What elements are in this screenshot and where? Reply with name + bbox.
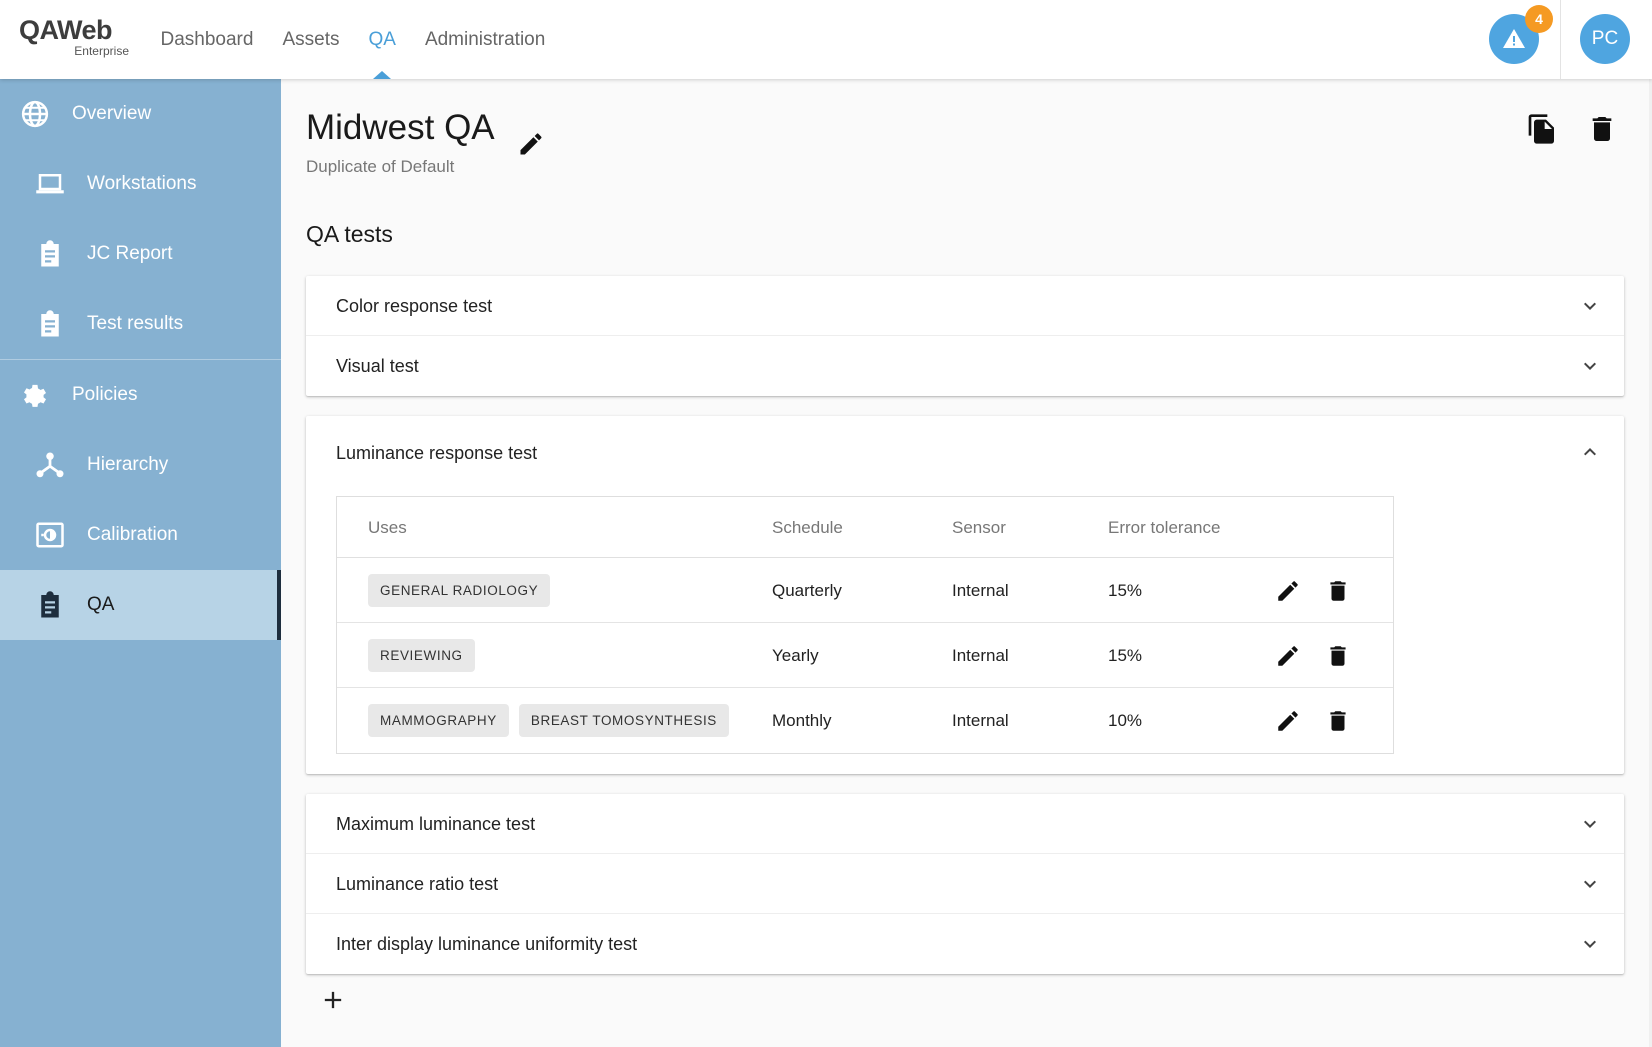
sidebar-item-label: JC Report: [87, 243, 173, 264]
test-row-visual[interactable]: Visual test: [306, 336, 1624, 396]
gear-icon: [24, 384, 46, 407]
tolerance-cell: 15%: [1108, 581, 1143, 600]
nav-dashboard[interactable]: Dashboard: [146, 0, 268, 79]
chevron-up-icon: [1584, 448, 1596, 456]
duplicate-icon[interactable]: [1526, 113, 1558, 145]
add-test-icon[interactable]: [319, 986, 347, 1014]
sidebar-item-hierarchy[interactable]: Hierarchy: [0, 430, 281, 500]
top-bar: QAWeb Enterprise Dashboard Assets QA Adm…: [0, 0, 1652, 79]
hierarchy-icon: [36, 452, 64, 478]
test-row-inter-display-uniformity[interactable]: Inter display luminance uniformity test: [306, 914, 1624, 974]
header-divider: [1560, 0, 1561, 79]
use-chip: MAMMOGRAPHY: [368, 704, 509, 737]
edit-icon[interactable]: [1275, 643, 1301, 669]
sidebar-item-label: Calibration: [87, 524, 178, 545]
test-label: Visual test: [336, 356, 419, 376]
column-header-schedule: Schedule: [772, 518, 843, 537]
sidebar-item-label: QA: [87, 594, 115, 615]
chevron-down-icon: [1584, 302, 1596, 310]
clipboard-icon: [41, 310, 59, 337]
sidebar-item-label: Hierarchy: [87, 454, 169, 475]
main-nav: Dashboard Assets QA Administration: [146, 0, 560, 79]
nav-assets[interactable]: Assets: [268, 0, 354, 79]
use-chip: BREAST TOMOSYNTHESIS: [518, 704, 729, 737]
clipboard-check-icon: [41, 591, 59, 618]
column-header-sensor: Sensor: [952, 518, 1006, 537]
sidebar-item-qa[interactable]: QA: [0, 570, 281, 640]
test-label: Luminance ratio test: [336, 874, 499, 894]
chevron-down-icon: [1584, 820, 1596, 828]
table-header: Uses Schedule Sensor Error tolerance: [337, 497, 1393, 558]
uses-chips: GENERAL RADIOLOGY: [368, 574, 551, 607]
sidebar-item-label: Policies: [72, 384, 138, 405]
sidebar-item-jc-report[interactable]: JC Report: [0, 219, 281, 289]
chevron-down-icon: [1584, 880, 1596, 888]
table-row: MAMMOGRAPHY BREAST TOMOSYNTHESIS Monthly…: [337, 688, 1393, 753]
sidebar-item-label: Workstations: [87, 173, 197, 194]
sidebar-item-label: Test results: [87, 313, 184, 334]
app-logo[interactable]: QAWeb Enterprise: [19, 14, 129, 60]
uses-chips: MAMMOGRAPHY BREAST TOMOSYNTHESIS: [368, 704, 729, 737]
clipboard-icon: [41, 240, 59, 267]
test-label: Inter display luminance uniformity test: [336, 934, 638, 954]
test-row-maximum-luminance[interactable]: Maximum luminance test: [306, 794, 1624, 854]
nav-qa[interactable]: QA: [354, 0, 410, 79]
test-row-color-response[interactable]: Color response test: [306, 276, 1624, 336]
sensor-cell: Internal: [952, 581, 1009, 600]
sidebar-item-label: Overview: [72, 103, 152, 124]
edit-icon[interactable]: [1275, 578, 1301, 604]
schedule-cell: Quarterly: [772, 581, 842, 600]
sidebar-item-workstations[interactable]: Workstations: [0, 149, 281, 219]
schedule-cell: Monthly: [772, 711, 832, 730]
user-avatar[interactable]: PC: [1580, 14, 1630, 64]
active-tab-indicator: [373, 71, 392, 79]
delete-icon[interactable]: [1325, 578, 1351, 604]
sensor-cell: Internal: [952, 711, 1009, 730]
tolerance-cell: 10%: [1108, 711, 1143, 730]
sidebar-item-overview[interactable]: Overview: [0, 79, 281, 149]
logo-wordmark: QAWeb: [19, 15, 113, 45]
test-group-top: Color response test Visual test: [306, 276, 1624, 396]
nav-administration[interactable]: Administration: [410, 0, 559, 79]
table-row: REVIEWING Yearly Internal 15%: [337, 623, 1393, 688]
chevron-down-icon: [1584, 362, 1596, 370]
page-subtitle: Duplicate of Default: [306, 157, 455, 176]
delete-policy-icon[interactable]: [1586, 113, 1618, 145]
test-label: Luminance response test: [336, 443, 538, 463]
warning-icon: [1503, 29, 1525, 48]
delete-icon[interactable]: [1325, 708, 1351, 734]
schedule-cell: Yearly: [772, 646, 819, 665]
sensor-cell: Internal: [952, 646, 1009, 665]
edit-icon[interactable]: [1275, 708, 1301, 734]
logo-edition: Enterprise: [74, 44, 129, 58]
laptop-icon: [36, 174, 64, 194]
edit-title-icon[interactable]: [517, 130, 545, 158]
test-panel-luminance-response: Luminance response test Uses Schedule Se…: [306, 416, 1624, 774]
section-title: QA tests: [306, 221, 393, 247]
test-label: Maximum luminance test: [336, 814, 536, 834]
use-chip: GENERAL RADIOLOGY: [368, 574, 551, 607]
page-title: Midwest QA: [306, 108, 495, 147]
luminance-config-table: Uses Schedule Sensor Error tolerance GEN…: [336, 496, 1394, 754]
column-header-error-tolerance: Error tolerance: [1108, 518, 1221, 537]
test-label: Color response test: [336, 296, 493, 316]
chevron-down-icon: [1584, 940, 1596, 948]
use-chip: REVIEWING: [368, 639, 475, 672]
test-group-bottom: Maximum luminance test Luminance ratio t…: [306, 794, 1624, 974]
calibration-icon: [36, 522, 64, 548]
test-row-luminance-response[interactable]: Luminance response test: [306, 416, 1624, 496]
column-header-uses: Uses: [368, 518, 407, 537]
main-content: Midwest QA Duplicate of Default QA tests…: [281, 79, 1652, 1047]
test-row-luminance-ratio[interactable]: Luminance ratio test: [306, 854, 1624, 914]
sidebar: Overview Workstations JC Report Test res…: [0, 79, 281, 1047]
alert-count-badge: 4: [1525, 5, 1553, 33]
sidebar-item-policies[interactable]: Policies: [0, 360, 281, 430]
tolerance-cell: 15%: [1108, 646, 1143, 665]
delete-icon[interactable]: [1325, 643, 1351, 669]
globe-icon: [21, 100, 49, 128]
sidebar-item-test-results[interactable]: Test results: [0, 289, 281, 359]
sidebar-item-calibration[interactable]: Calibration: [0, 500, 281, 570]
uses-chips: REVIEWING: [368, 639, 475, 672]
table-row: GENERAL RADIOLOGY Quarterly Internal 15%: [337, 558, 1393, 623]
